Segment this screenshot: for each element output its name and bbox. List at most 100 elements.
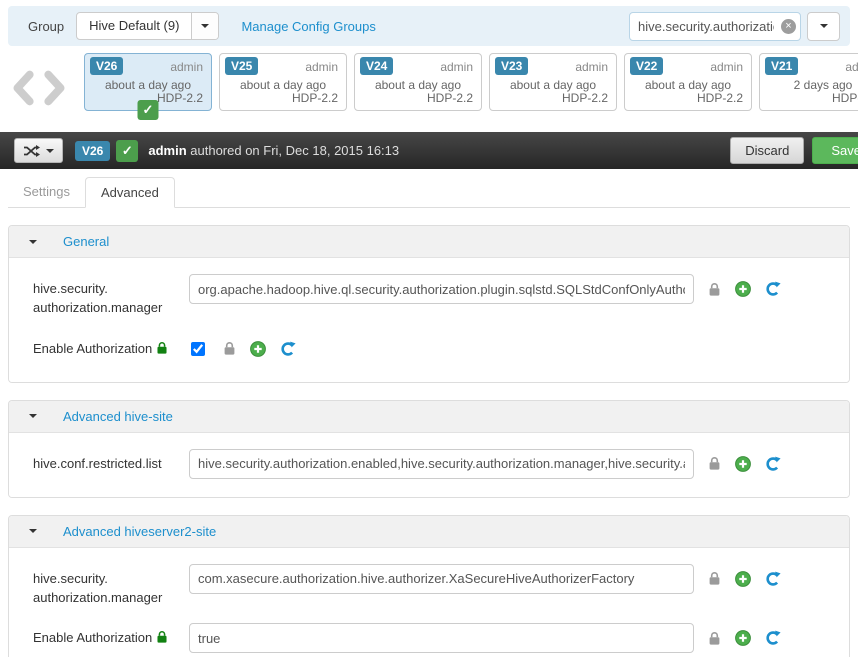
check-icon: ✓ [116, 139, 139, 162]
override-plus-icon[interactable] [735, 630, 751, 647]
collapse-caret-icon[interactable] [29, 529, 37, 534]
caret-down-icon [819, 24, 828, 28]
final-lock-icon[interactable] [708, 571, 721, 586]
version-stack: HDP-2.2 [831, 91, 858, 105]
clear-filter-icon[interactable]: × [781, 18, 796, 34]
version-time: about a day ago [239, 78, 327, 92]
version-stack: HDP-2.2 [426, 91, 473, 105]
override-plus-icon[interactable] [735, 455, 751, 472]
compare-dropdown-button[interactable] [14, 138, 63, 163]
chevron-right-icon[interactable] [40, 69, 70, 110]
manage-config-groups-link[interactable]: Manage Config Groups [241, 19, 375, 34]
caret-down-icon [201, 24, 210, 28]
secure-lock-icon [156, 630, 168, 650]
override-plus-icon[interactable] [735, 281, 751, 297]
config-tabs: Settings Advanced [8, 177, 850, 208]
version-time: about a day ago [104, 78, 192, 92]
version-badge: V25 [225, 57, 259, 75]
shuffle-icon [24, 144, 40, 157]
tab-settings[interactable]: Settings [8, 177, 85, 208]
version-author: admin [305, 60, 338, 74]
version-stack: HDP-2.2 [561, 91, 608, 105]
authored-text: admin authored on Fri, Dec 18, 2015 16:1… [148, 143, 399, 158]
group-label: Group [28, 18, 65, 34]
section-header[interactable]: Advanced hive-site [9, 400, 849, 433]
section-title[interactable]: General [63, 234, 109, 249]
chevron-left-icon[interactable] [8, 69, 38, 110]
final-lock-icon[interactable] [223, 341, 236, 356]
version-badge: V23 [495, 57, 529, 75]
filter-area: × [629, 11, 840, 41]
carousel-nav [8, 69, 70, 110]
filter-input[interactable] [629, 11, 801, 41]
version-author: admin [710, 60, 743, 74]
version-actions: Discard Save [730, 137, 858, 164]
version-time: about a day ago [374, 78, 462, 92]
config-field-row: hive.security. authorization.manager [21, 563, 837, 608]
filter-dropdown-button[interactable] [807, 11, 840, 41]
collapse-caret-icon[interactable] [29, 239, 37, 244]
discard-button[interactable]: Discard [730, 137, 805, 164]
config-label: Enable Authorization [21, 334, 189, 361]
final-lock-icon[interactable] [708, 282, 721, 297]
undo-icon[interactable] [765, 281, 781, 297]
undo-icon[interactable] [765, 571, 781, 587]
secure-lock-icon [156, 341, 168, 361]
version-card-v23[interactable]: V23 admin about a day ago HDP-2.2 [489, 53, 617, 111]
version-card-v24[interactable]: V24 admin about a day ago HDP-2.2 [354, 53, 482, 111]
section-header[interactable]: Advanced hiveserver2-site [9, 515, 849, 548]
save-button[interactable]: Save [812, 137, 858, 164]
config-label: hive.security. authorization.manager [33, 570, 163, 605]
version-author: admin [170, 60, 203, 74]
version-author: admin [440, 60, 473, 74]
author-name: admin [148, 143, 187, 158]
version-author: admin [845, 60, 858, 74]
section-body: hive.conf.restricted.list [9, 432, 849, 497]
config-field-row: hive.conf.restricted.list [21, 448, 837, 479]
override-plus-icon[interactable] [735, 570, 751, 587]
version-card-v26[interactable]: V26 admin about a day ago HDP-2.2 ✓ [84, 53, 212, 120]
config-field-row: Enable Authorization [21, 334, 837, 364]
config-value-input[interactable] [189, 448, 694, 479]
version-badge: V26 [90, 57, 124, 75]
section-body: hive.security. authorization.manager Ena… [9, 547, 849, 657]
group-dropdown-button[interactable]: Hive Default (9) [76, 12, 220, 40]
section-header[interactable]: General [9, 226, 849, 258]
version-time: about a day ago [509, 78, 597, 92]
undo-icon[interactable] [280, 341, 296, 357]
config-value-input[interactable] [189, 623, 694, 654]
override-plus-icon[interactable] [250, 340, 266, 357]
version-card-v22[interactable]: V22 admin about a day ago HDP-2.2 [624, 53, 752, 111]
version-badge: V24 [360, 57, 394, 75]
group-dropdown-value: Hive Default (9) [89, 18, 180, 33]
version-badge: V21 [765, 57, 799, 75]
group-dropdown-caret[interactable] [191, 13, 219, 39]
undo-icon[interactable] [765, 456, 781, 472]
enable-authorization-checkbox[interactable] [191, 341, 205, 356]
config-field-row: Enable Authorization [21, 623, 837, 654]
config-value-input[interactable] [189, 274, 694, 304]
config-value-input[interactable] [189, 563, 694, 594]
selected-version-bar: V26 ✓ admin authored on Fri, Dec 18, 201… [0, 132, 858, 169]
config-field-row: hive.security. authorization.manager [21, 274, 837, 318]
version-time: about a day ago [644, 78, 732, 92]
current-version-badge: V26 [75, 140, 111, 161]
section-title[interactable]: Advanced hive-site [63, 409, 173, 424]
collapse-caret-icon[interactable] [29, 414, 37, 419]
final-lock-icon[interactable] [708, 456, 721, 471]
current-version-check-icon: ✓ [137, 100, 159, 120]
config-label: Enable Authorization [21, 623, 189, 650]
config-group-bar: Group Hive Default (9) Manage Config Gro… [8, 6, 850, 46]
section-body: hive.security. authorization.manager Ena… [9, 258, 849, 382]
caret-down-icon [46, 148, 54, 153]
version-card-v21[interactable]: V21 admin 2 days ago HDP-2.2 [759, 53, 858, 111]
tab-advanced[interactable]: Advanced [84, 177, 175, 208]
version-card-v25[interactable]: V25 admin about a day ago HDP-2.2 [219, 53, 347, 111]
section-title[interactable]: Advanced hiveserver2-site [63, 524, 216, 539]
final-lock-icon[interactable] [708, 631, 721, 646]
undo-icon[interactable] [765, 630, 781, 646]
section-general: General hive.security. authorization.man… [8, 225, 850, 383]
version-stack: HDP-2.2 [291, 91, 338, 105]
version-badge: V22 [630, 57, 664, 75]
version-stack: HDP-2.2 [156, 91, 203, 105]
